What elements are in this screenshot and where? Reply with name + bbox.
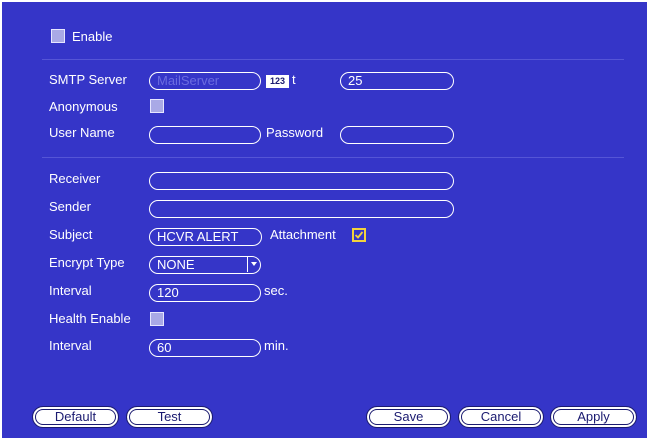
interval-min-input[interactable]: 60 [149,339,261,357]
subject-label: Subject [49,227,93,242]
user-name-label: User Name [49,125,115,140]
interval-min-unit: min. [264,338,289,353]
chevron-down-icon [251,262,257,266]
encrypt-type-select[interactable]: NONE [149,256,261,274]
receiver-input[interactable] [149,172,454,190]
interval-min-label: Interval [49,338,92,353]
interval-sec-input[interactable]: 120 [149,284,261,302]
cancel-button[interactable]: Cancel [458,406,544,428]
health-enable-checkbox[interactable] [150,312,164,326]
anonymous-label: Anonymous [49,99,118,114]
save-button[interactable]: Save [366,406,451,428]
password-input[interactable] [340,126,454,144]
interval-sec-label: Interval [49,283,92,298]
email-settings-panel: Enable SMTP Server MailServer 123 t 25 A… [2,2,647,438]
interval-sec-unit: sec. [264,283,288,298]
default-button[interactable]: Default [32,406,119,428]
test-button[interactable]: Test [126,406,213,428]
checkmark-icon [354,231,364,239]
attachment-checkbox[interactable] [352,228,366,242]
anonymous-checkbox[interactable] [150,99,164,113]
user-name-input[interactable] [149,126,261,144]
enable-label: Enable [72,29,113,44]
port-label: t [292,72,296,87]
divider-top [42,59,624,60]
subject-input[interactable]: HCVR ALERT [149,228,262,246]
apply-button[interactable]: Apply [550,406,637,428]
dropdown-arrow-icon[interactable] [247,256,260,272]
receiver-label: Receiver [49,171,101,186]
sender-label: Sender [49,199,91,214]
divider-middle [42,157,624,158]
encrypt-type-label: Encrypt Type [49,255,125,270]
smtp-server-input[interactable]: MailServer [149,72,261,90]
enable-checkbox[interactable] [51,29,65,43]
smtp-port-input[interactable]: 25 [340,72,454,90]
attachment-label: Attachment [270,227,336,242]
input-mode-123-icon[interactable]: 123 [266,75,289,88]
password-label: Password [266,125,324,140]
sender-input[interactable] [149,200,454,218]
health-enable-label: Health Enable [49,311,131,326]
smtp-server-label: SMTP Server [49,72,127,87]
